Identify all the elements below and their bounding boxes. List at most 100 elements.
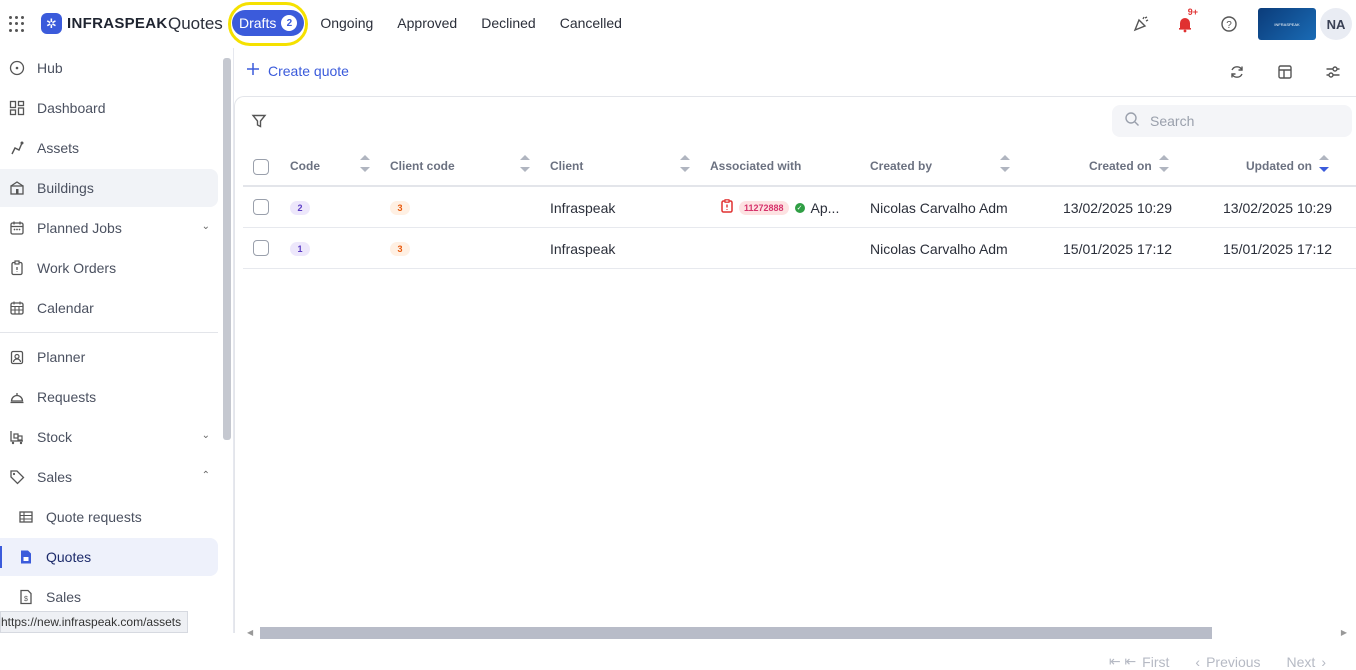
tab-drafts-count: 2 [281,15,298,31]
sidebar: Hub Dashboard Assets Buildings Planned J… [0,48,234,633]
table-header: Code Client code Client Associated with … [243,149,1356,187]
sidebar-item-label: Assets [37,140,80,156]
status-tabs: Drafts 2 Ongoing Approved Declined Cance… [232,10,634,36]
brand-name: INFRASPEAK [67,15,168,32]
sidebar-scrollbar[interactable] [223,58,231,440]
hub-icon [9,60,25,76]
sidebar-item-label: Quote requests [46,509,142,525]
settings-sliders-icon[interactable] [1320,60,1346,84]
chevron-down-icon[interactable]: ⌄ [202,221,210,232]
sidebar-item-planned-jobs[interactable]: Planned Jobs ⌄ [0,209,218,247]
tab-drafts[interactable]: Drafts 2 [232,10,305,36]
sort-created-by-icon[interactable] [1000,155,1010,177]
sidebar-item-hub[interactable]: Hub [0,49,218,87]
svg-text:?: ? [1226,20,1232,31]
sidebar-item-label: Work Orders [37,260,117,276]
sort-client-code-icon[interactable] [520,155,530,177]
updated-on-cell: 13/02/2025 10:29 [1223,200,1332,216]
sidebar-item-sales[interactable]: Sales ⌃ [0,458,218,496]
main-content: Create quote Code Client code Client Ass… [234,48,1356,670]
sort-code-icon[interactable] [360,155,370,177]
tab-cancelled[interactable]: Cancelled [548,10,634,36]
associated-with-cell[interactable]: 11272888 ✓ Ap... [721,199,839,216]
sidebar-item-label: Planner [37,349,86,365]
column-header-created-by[interactable]: Created by [870,159,932,173]
search-box[interactable] [1112,105,1352,137]
company-logo[interactable]: INFRASPEAK [1258,8,1316,40]
refresh-icon[interactable] [1224,60,1250,84]
brand-logo[interactable]: ✲ INFRASPEAK [41,13,168,34]
header-actions: 9+ ? INFRASPEAK NA [1114,7,1356,40]
sidebar-item-assets[interactable]: Assets [0,129,218,167]
updated-on-cell: 15/01/2025 17:12 [1223,241,1332,257]
layout-columns-icon[interactable] [1272,60,1298,84]
column-header-client-code[interactable]: Client code [390,159,455,173]
column-header-created-on[interactable]: Created on [1089,159,1152,173]
sidebar-item-label: Sales [37,469,73,485]
sidebar-item-requests[interactable]: Requests [0,378,218,416]
tab-ongoing[interactable]: Ongoing [308,10,385,36]
table-row[interactable]: 1 3 Infraspeak Nicolas Carvalho Adm 15/0… [243,228,1356,269]
chevron-right-icon: › [1321,653,1326,670]
notifications-bell-icon[interactable]: 9+ [1168,7,1202,40]
tab-declined[interactable]: Declined [469,10,547,36]
chevron-down-icon[interactable]: ⌄ [202,430,210,441]
table-row[interactable]: 2 3 Infraspeak 11272888 ✓ Ap... Nicolas … [243,187,1356,228]
create-quote-button[interactable]: Create quote [246,62,349,79]
help-icon[interactable]: ? [1212,8,1246,40]
previous-page-button[interactable]: ‹ Previous [1195,653,1260,670]
notification-badge: 9+ [1187,7,1198,17]
first-page-button[interactable]: ⇤ ⇤ First [1109,653,1170,670]
sidebar-item-label: Quotes [46,549,92,565]
sidebar-item-stock[interactable]: Stock ⌄ [0,418,218,456]
next-page-button[interactable]: Next › [1287,653,1326,670]
row-checkbox[interactable] [253,240,269,256]
created-on-cell: 13/02/2025 10:29 [1063,200,1172,216]
buildings-icon [9,180,25,196]
sort-updated-on-icon[interactable] [1319,155,1329,177]
sidebar-item-work-orders[interactable]: Work Orders [0,249,218,287]
view-tools [1224,60,1346,84]
work-orders-icon [9,260,25,276]
sidebar-item-label: Sales [46,589,82,605]
sidebar-item-label: Calendar [37,300,94,316]
create-quote-label: Create quote [268,62,349,79]
sort-client-icon[interactable] [680,155,690,177]
code-badge: 2 [290,201,310,215]
column-header-client[interactable]: Client [550,159,583,173]
approved-check-icon: ✓ [794,202,805,213]
sidebar-item-label: Planned Jobs [37,220,122,236]
column-header-code[interactable]: Code [290,159,320,173]
planner-icon [9,349,25,365]
sidebar-item-dashboard[interactable]: Dashboard [0,89,218,127]
whats-new-icon[interactable] [1124,8,1158,40]
column-header-updated-on[interactable]: Updated on [1246,159,1312,173]
sort-created-on-icon[interactable] [1159,155,1169,177]
column-header-associated-with[interactable]: Associated with [710,159,801,173]
logo-gear-icon: ✲ [41,13,62,34]
filter-icon[interactable] [251,113,267,134]
select-all-checkbox[interactable] [253,159,269,175]
quotes-icon [18,549,34,565]
client-code-badge: 3 [390,242,410,256]
row-checkbox[interactable] [253,199,269,215]
sidebar-item-quote-requests[interactable]: Quote requests [0,498,218,536]
work-order-icon [721,199,733,216]
tab-approved[interactable]: Approved [385,10,469,36]
sidebar-item-planner[interactable]: Planner [0,338,218,376]
apps-grid-icon[interactable] [9,16,25,32]
search-input[interactable] [1150,113,1330,129]
associated-status: Ap... [810,199,840,216]
horizontal-scrollbar[interactable]: ◀ ▶ [247,627,1347,639]
sidebar-item-buildings[interactable]: Buildings [0,169,218,207]
created-by-cell: Nicolas Carvalho Adm [870,200,1008,216]
horizontal-scroll-thumb[interactable] [260,627,1212,639]
sidebar-item-label: Buildings [37,180,94,196]
first-page-label: First [1142,653,1170,670]
sidebar-item-calendar[interactable]: Calendar [0,289,218,327]
chevron-up-icon[interactable]: ⌃ [202,470,210,481]
client-cell: Infraspeak [550,241,616,257]
client-cell: Infraspeak [550,200,616,216]
sidebar-item-quotes[interactable]: Quotes [0,538,218,576]
user-avatar[interactable]: NA [1320,8,1352,40]
